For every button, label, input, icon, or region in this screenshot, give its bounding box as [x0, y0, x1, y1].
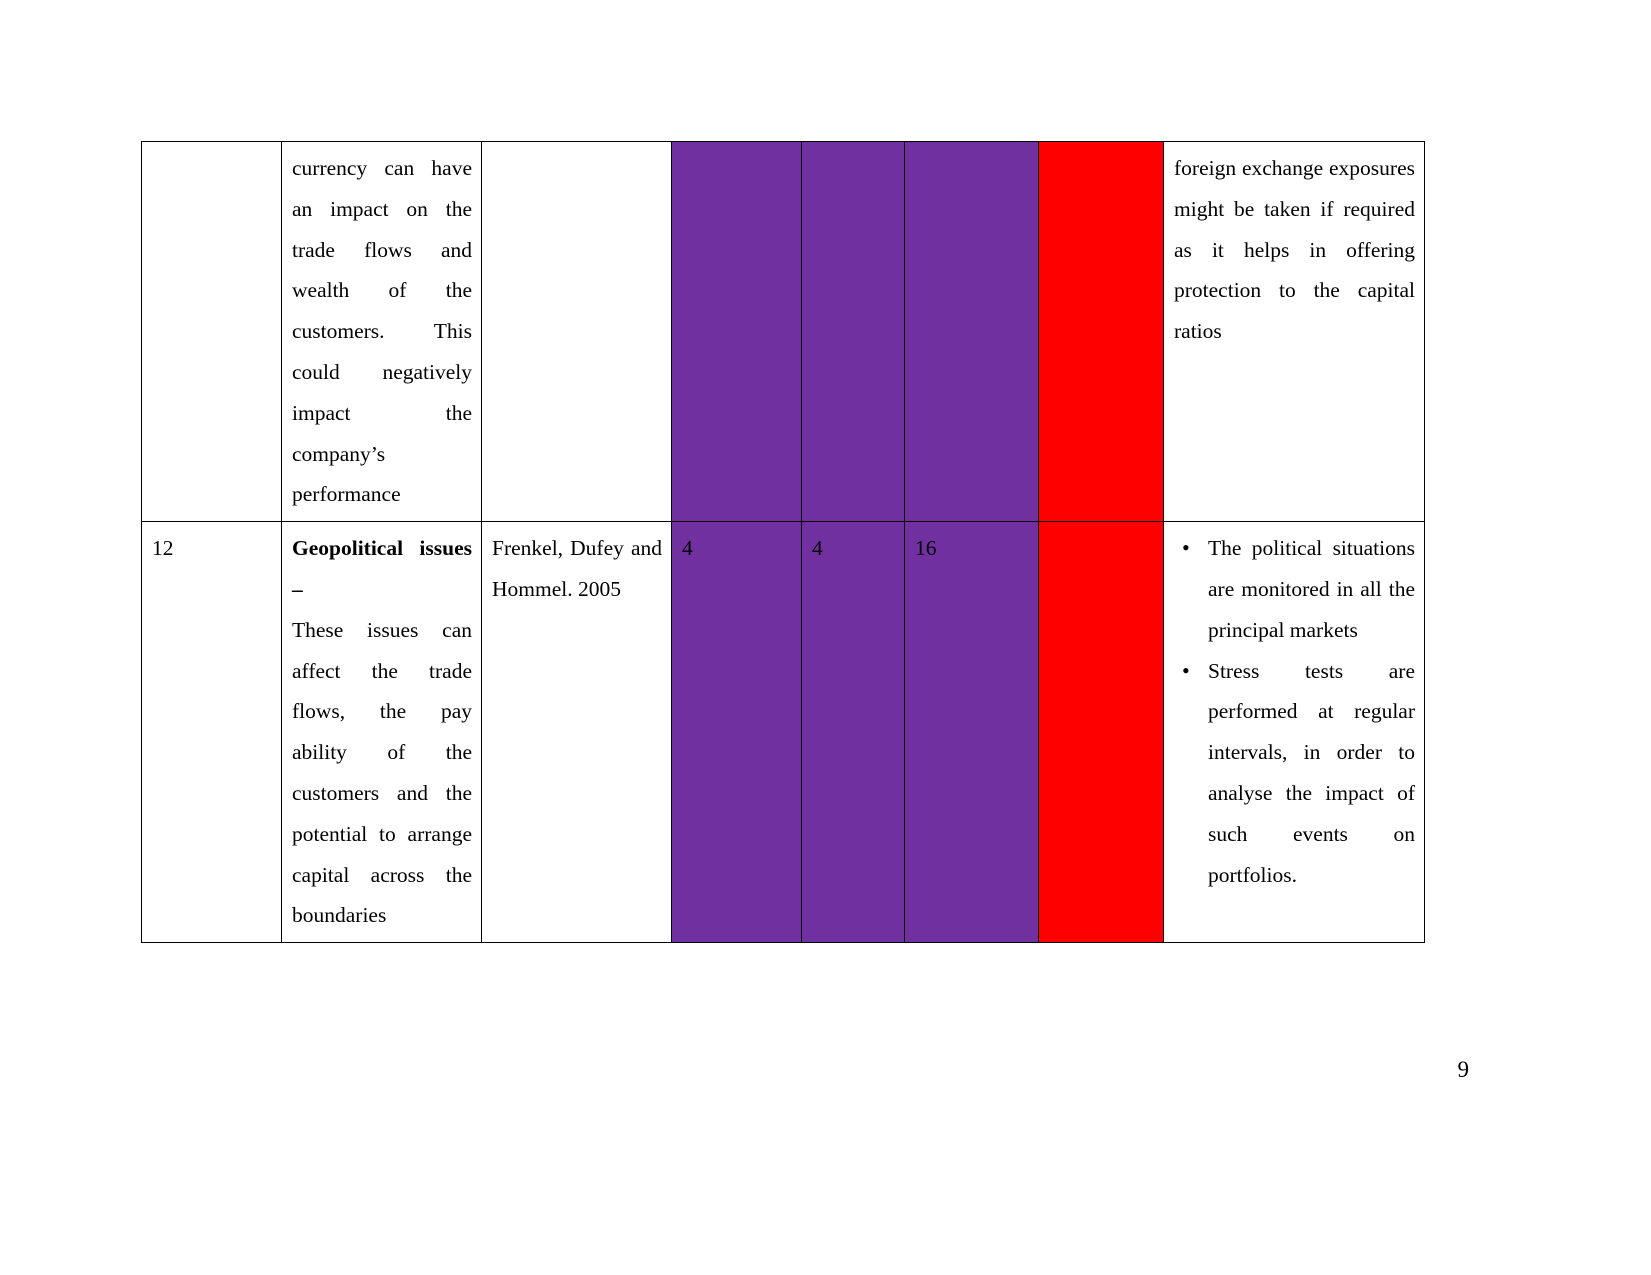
- mitigation-bullet-list: The political situations are monitored i…: [1174, 528, 1415, 895]
- cell-probability: 4: [671, 521, 802, 944]
- cell-reference: [481, 140, 672, 523]
- cell-impact: [801, 140, 905, 523]
- document-page: currency can have an impact on the trade…: [0, 0, 1651, 1275]
- page-number: 9: [1457, 1057, 1470, 1082]
- cell-risk-description: currency can have an impact on the trade…: [281, 140, 482, 523]
- table-row: 12 Geopolitical issues – These issues ca…: [141, 521, 1425, 944]
- cell-probability: [671, 140, 802, 523]
- cell-risk-score: 16: [904, 521, 1039, 944]
- cell-risk-score: [904, 140, 1039, 523]
- cell-row-number: [141, 140, 282, 523]
- cell-mitigation: foreign exchange exposures might be take…: [1163, 140, 1425, 523]
- cell-risk-rating: [1038, 140, 1164, 523]
- cell-mitigation: The political situations are monitored i…: [1163, 521, 1425, 944]
- cell-risk-rating: [1038, 521, 1164, 944]
- list-item: Stress tests are performed at regular in…: [1182, 651, 1415, 896]
- cell-impact: 4: [801, 521, 905, 944]
- table-row: currency can have an impact on the trade…: [141, 140, 1425, 523]
- list-item: The political situations are monitored i…: [1182, 528, 1415, 650]
- risk-register-table: currency can have an impact on the trade…: [141, 140, 1425, 944]
- cell-risk-description: Geopolitical issues – These issues can a…: [281, 521, 482, 944]
- cell-reference: Frenkel, Dufey and Hommel. 2005: [481, 521, 672, 944]
- cell-row-number: 12: [141, 521, 282, 944]
